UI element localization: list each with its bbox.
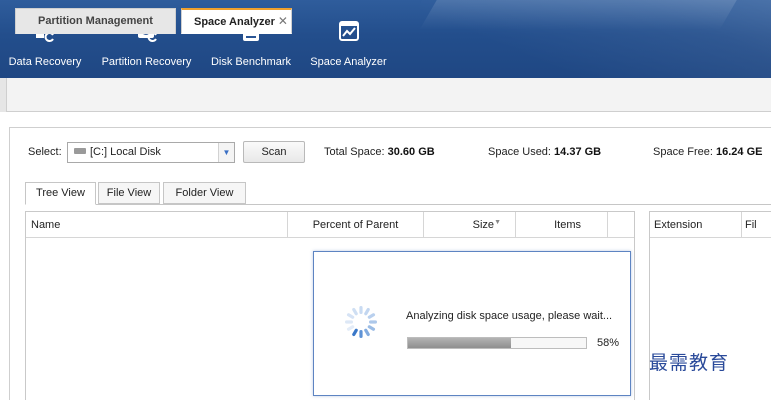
close-tab-icon[interactable]: ✕	[278, 14, 288, 28]
total-space-label: Total Space:	[324, 146, 385, 158]
column-items[interactable]: Items	[516, 212, 608, 238]
total-space-value: 30.60 GB	[387, 146, 435, 158]
column-percent-of-parent[interactable]: Percent of Parent	[288, 212, 424, 238]
tab-tree-view[interactable]: Tree View	[25, 182, 96, 205]
space-free: Space Free: 16.24 GE	[653, 141, 762, 163]
loading-spinner-icon	[345, 306, 377, 338]
space-analyzer-icon	[338, 21, 359, 41]
drive-select-value: [C:] Local Disk	[90, 146, 161, 158]
scan-button[interactable]: Scan	[243, 141, 305, 163]
column-files[interactable]: Fil	[742, 212, 771, 238]
column-blank	[608, 212, 634, 238]
table-header: Name Percent of Parent Size▼ Items	[26, 212, 634, 238]
tab-space-analyzer-label: Space Analyzer	[194, 16, 275, 28]
total-space: Total Space: 30.60 GB	[324, 141, 435, 163]
document-tab-strip	[0, 78, 771, 112]
progress-bar	[407, 337, 587, 349]
extension-table-header: Extension Fil	[650, 212, 771, 238]
view-tabs-divider	[25, 204, 771, 205]
space-used-label: Space Used:	[488, 146, 551, 158]
watermark-text: 最需教育	[649, 352, 730, 374]
data-recovery-label: Data Recovery	[8, 56, 82, 68]
space-free-value: 16.24 GE	[715, 146, 763, 158]
progress-bar-fill	[408, 338, 512, 348]
tab-file-view[interactable]: File View	[98, 182, 160, 204]
space-analyzer-label: Space Analyzer	[310, 56, 387, 68]
column-name[interactable]: Name	[26, 212, 288, 238]
tab-partition-management-label: Partition Management	[38, 15, 153, 27]
space-used-value: 14.37 GB	[554, 146, 602, 158]
tab-folder-view[interactable]: Folder View	[163, 182, 246, 204]
progress-percent: 58%	[597, 337, 620, 349]
column-extension[interactable]: Extension	[650, 212, 742, 238]
chevron-down-icon[interactable]: ▼	[218, 143, 234, 162]
column-size-label: Size	[472, 219, 495, 231]
drive-select[interactable]: [C:] Local Disk ▼	[67, 142, 235, 163]
select-label: Select:	[28, 146, 62, 158]
tab-partition-management[interactable]: Partition Management	[15, 8, 176, 34]
space-used: Space Used: 14.37 GB	[488, 141, 601, 163]
tab-space-analyzer[interactable]: Space Analyzer ✕	[181, 8, 292, 34]
analyzing-progress-dialog: Analyzing disk space usage, please wait.…	[313, 251, 631, 396]
sort-desc-icon: ▼	[494, 219, 501, 226]
progress-message: Analyzing disk space usage, please wait.…	[406, 310, 613, 322]
column-size[interactable]: Size▼	[424, 212, 516, 238]
space-analyzer-button[interactable]: Space Analyzer	[305, 0, 392, 78]
disk-icon	[74, 148, 86, 155]
disk-benchmark-label: Disk Benchmark	[210, 56, 292, 68]
partition-recovery-label: Partition Recovery	[101, 56, 192, 68]
space-free-label: Space Free:	[653, 146, 713, 158]
